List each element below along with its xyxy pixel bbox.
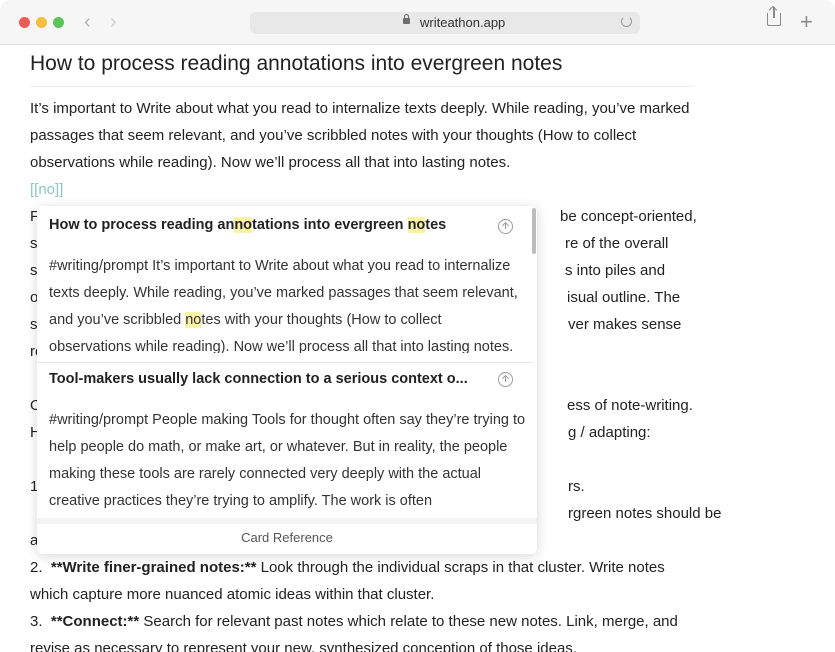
list-item-2: 2. **Write finer-grained notes:** Look t… bbox=[30, 559, 665, 576]
upload-icon[interactable] bbox=[498, 372, 513, 387]
list-number: 3. bbox=[30, 613, 43, 630]
close-window-button[interactable] bbox=[19, 17, 30, 28]
popup-scrollbar[interactable] bbox=[532, 208, 536, 254]
paragraph-fragment: rgreen notes should be bbox=[568, 505, 722, 522]
paragraph-fragment: be concept-oriented, bbox=[560, 208, 697, 225]
lock-icon bbox=[403, 14, 410, 24]
list-item-3-continuation: revise as necessary to represent your ne… bbox=[30, 640, 577, 652]
list-text: Look through the individual scraps in th… bbox=[260, 559, 665, 576]
title-text: tes bbox=[425, 217, 447, 233]
card-suggestion[interactable]: How to process reading annotations into … bbox=[37, 206, 533, 358]
list-text: Search for relevant past notes which rel… bbox=[143, 613, 678, 630]
card-preview: #writing/prompt People making Tools for … bbox=[49, 412, 526, 509]
bold-text: **Write finer-grained notes:** bbox=[50, 559, 257, 576]
browser-toolbar: ‹ › writeathon.app + bbox=[0, 0, 835, 45]
share-icon[interactable] bbox=[767, 7, 781, 26]
wikilink-query[interactable]: [[no]] bbox=[30, 181, 63, 198]
paragraph-line: observations while reading). Now we’ll p… bbox=[30, 154, 511, 171]
page-title: How to process reading annotations into … bbox=[30, 52, 693, 87]
list-item-2-continuation: which capture more nuanced atomic ideas … bbox=[30, 586, 435, 603]
back-chevron-icon[interactable]: ‹ bbox=[84, 11, 91, 33]
card-reference-popup: How to process reading annotations into … bbox=[37, 206, 537, 554]
zoom-window-button[interactable] bbox=[53, 17, 64, 28]
paragraph-fragment: s into piles and bbox=[565, 262, 666, 279]
minimize-window-button[interactable] bbox=[36, 17, 47, 28]
paragraph-fragment: isual outline. The bbox=[567, 289, 681, 306]
browser-window: ‹ › writeathon.app + How to process read… bbox=[0, 0, 835, 652]
forward-chevron-icon[interactable]: › bbox=[110, 11, 117, 33]
card-preview: #writing/prompt It’s important to Write … bbox=[49, 253, 527, 353]
title-text: How to process reading an bbox=[49, 217, 235, 233]
paragraph-fragment: ess of note-writing. bbox=[567, 397, 693, 414]
paragraph-fragment: re of the overall bbox=[565, 235, 669, 252]
match-highlight: no bbox=[185, 312, 202, 328]
popup-footer-label: Card Reference bbox=[241, 530, 333, 545]
card-title: Tool-makers usually lack connection to a… bbox=[49, 371, 468, 387]
address-bar[interactable]: writeathon.app bbox=[250, 12, 640, 34]
title-text: tations into evergreen bbox=[252, 217, 408, 233]
paragraph-line: passages that seem relevant, and you’ve … bbox=[30, 127, 637, 144]
list-item-3: 3. **Connect:** Search for relevant past… bbox=[30, 613, 678, 630]
paragraph-line: It’s important to Write about what you r… bbox=[30, 100, 690, 117]
url-text: writeathon.app bbox=[420, 15, 506, 30]
card-suggestion[interactable]: Tool-makers usually lack connection to a… bbox=[37, 362, 533, 517]
bold-text: **Connect:** bbox=[50, 613, 140, 630]
match-highlight: no bbox=[234, 217, 253, 233]
card-title: How to process reading annotations into … bbox=[49, 217, 446, 233]
paragraph-fragment: rs. bbox=[568, 478, 585, 495]
list-number: 2. bbox=[30, 559, 43, 576]
paragraph-fragment: ver makes sense bbox=[568, 316, 682, 333]
new-tab-plus-icon[interactable]: + bbox=[800, 11, 813, 33]
reload-icon[interactable] bbox=[621, 16, 632, 27]
upload-icon[interactable] bbox=[498, 219, 513, 234]
match-highlight: no bbox=[407, 217, 426, 233]
paragraph-fragment: g / adapting: bbox=[568, 424, 651, 441]
